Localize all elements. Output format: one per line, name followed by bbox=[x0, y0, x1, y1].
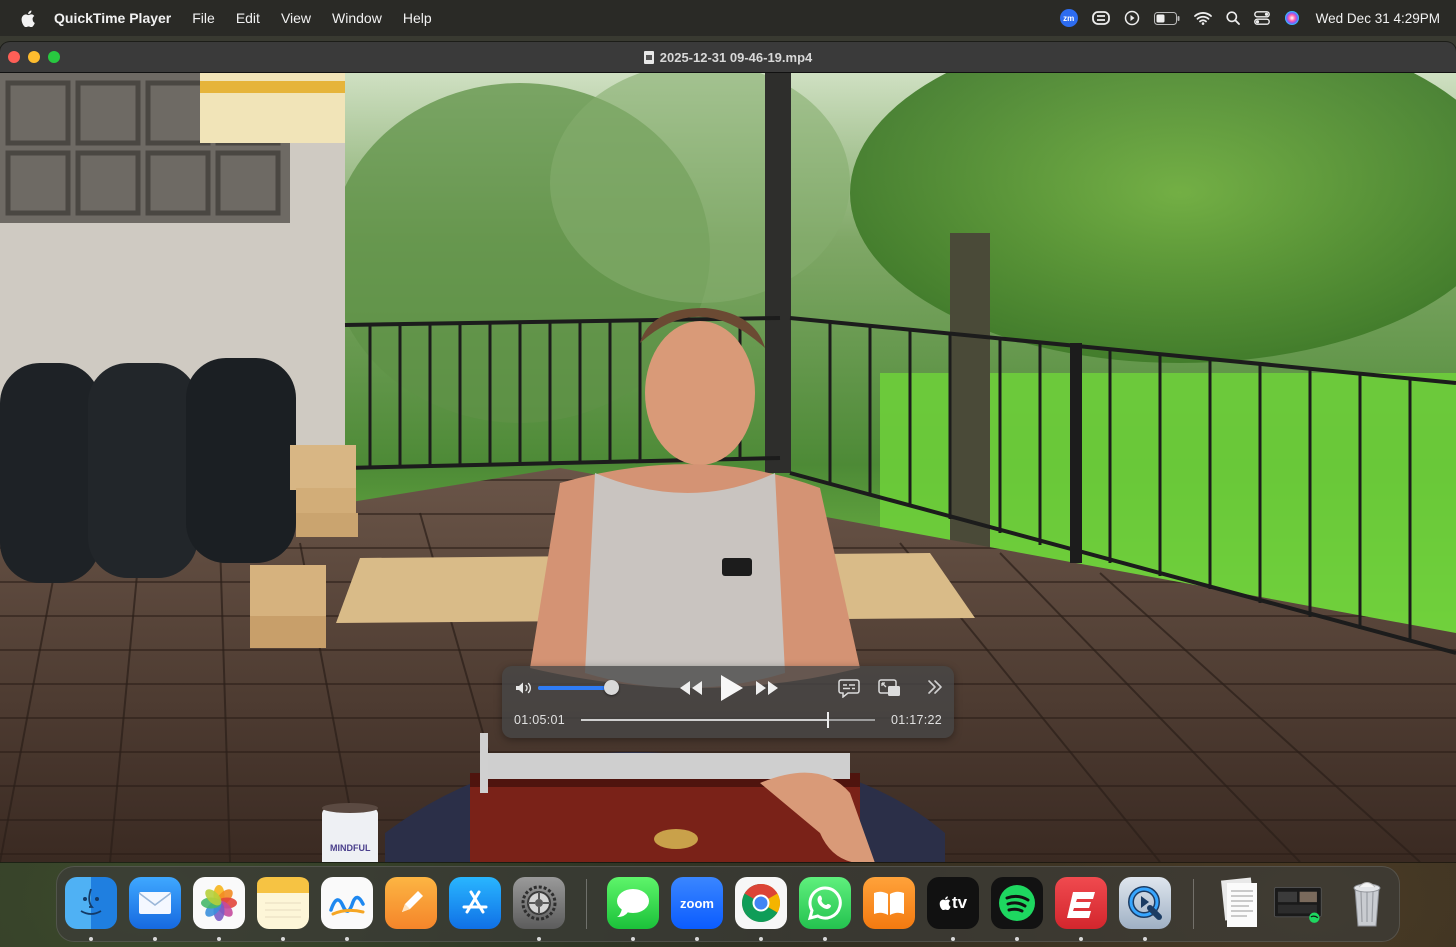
volume-knob[interactable] bbox=[603, 680, 619, 695]
control-center-icon[interactable] bbox=[1253, 0, 1270, 36]
dock: zoom tv bbox=[56, 866, 1400, 942]
express-vpn-status-icon[interactable] bbox=[1091, 0, 1110, 36]
zoom-status-icon[interactable]: zm bbox=[1059, 0, 1078, 36]
menu-bar-clock[interactable]: Wed Dec 31 4:29PM bbox=[1316, 0, 1440, 36]
tv-running-indicator bbox=[951, 937, 955, 941]
menu-help[interactable]: Help bbox=[403, 10, 432, 26]
mail-running-indicator bbox=[153, 937, 157, 941]
freeform-running-indicator bbox=[345, 937, 349, 941]
volume-icon[interactable] bbox=[514, 680, 534, 701]
dock-finder-icon[interactable] bbox=[65, 877, 117, 929]
menu-bar: QuickTime Player File Edit View Window H… bbox=[0, 0, 1456, 36]
window-title-text: 2025-12-31 09-46-19.mp4 bbox=[659, 49, 813, 65]
dock-messages-icon[interactable] bbox=[607, 877, 659, 929]
zoom-app-label: zoom bbox=[680, 895, 714, 911]
dock-books-icon[interactable] bbox=[863, 877, 915, 929]
wifi-icon[interactable] bbox=[1193, 0, 1212, 36]
volume-slider[interactable] bbox=[538, 680, 619, 695]
quicktime-window: 2025-12-31 09-46-19.mp4 MINDFUL bbox=[0, 42, 1456, 862]
dock-separator bbox=[586, 879, 587, 929]
spotlight-search-icon[interactable] bbox=[1226, 0, 1240, 36]
volume-level bbox=[538, 686, 611, 690]
dock-mail-icon[interactable] bbox=[129, 877, 181, 929]
dock-whatsapp-icon[interactable] bbox=[799, 877, 851, 929]
playback-controls[interactable]: 01:05:01 01:17:22 bbox=[502, 666, 954, 738]
dock-quicktime-icon[interactable] bbox=[1119, 877, 1171, 929]
menu-file[interactable]: File bbox=[192, 10, 215, 26]
dock-chrome-icon[interactable] bbox=[735, 877, 787, 929]
menu-app-name[interactable]: QuickTime Player bbox=[54, 10, 171, 26]
dock-notes-icon[interactable] bbox=[257, 877, 309, 929]
dock-express-vpn-icon[interactable] bbox=[1055, 877, 1107, 929]
dock-freeform-icon[interactable] bbox=[321, 877, 373, 929]
subtitles-icon[interactable] bbox=[838, 678, 860, 703]
menu-window[interactable]: Window bbox=[332, 10, 382, 26]
menu-edit[interactable]: Edit bbox=[236, 10, 260, 26]
playhead[interactable] bbox=[826, 712, 829, 728]
dock-photos-icon[interactable] bbox=[193, 877, 245, 929]
minimize-window-button[interactable] bbox=[28, 51, 40, 63]
messages-running-indicator bbox=[631, 937, 635, 941]
mug-text: MINDFUL bbox=[330, 843, 371, 853]
whatsapp-running-indicator bbox=[823, 937, 827, 941]
dock-apple-tv-icon[interactable]: tv bbox=[927, 877, 979, 929]
total-duration: 01:17:22 bbox=[890, 713, 942, 727]
dock-system-settings-icon[interactable] bbox=[513, 877, 565, 929]
express-vpn-running-indicator bbox=[1079, 937, 1083, 941]
timeline-scrubber[interactable] bbox=[581, 712, 875, 728]
dock-app-store-icon[interactable] bbox=[449, 877, 501, 929]
dock-document-stack-icon[interactable] bbox=[1211, 877, 1263, 929]
window-title: 2025-12-31 09-46-19.mp4 bbox=[643, 49, 813, 65]
dock-pages-icon[interactable] bbox=[385, 877, 437, 929]
finder-running-indicator bbox=[89, 937, 93, 941]
picture-in-picture-icon[interactable] bbox=[878, 678, 902, 703]
rewind-button[interactable] bbox=[678, 678, 704, 703]
apple-menu-icon[interactable] bbox=[18, 10, 38, 27]
video-frame: MINDFUL bbox=[0, 73, 1456, 862]
video-file-icon bbox=[643, 50, 654, 64]
battery-icon[interactable] bbox=[1153, 0, 1180, 36]
status-area: zm Wed Dec 31 4:29PM bbox=[1059, 0, 1440, 36]
tv-app-label: tv bbox=[951, 893, 968, 912]
fast-forward-button[interactable] bbox=[754, 678, 780, 703]
video-canvas[interactable]: MINDFUL bbox=[0, 73, 1456, 862]
zoom-window-button[interactable] bbox=[48, 51, 60, 63]
siri-icon[interactable] bbox=[1284, 0, 1300, 36]
photos-running-indicator bbox=[217, 937, 221, 941]
quicktime-running-indicator bbox=[1143, 937, 1147, 941]
menu-view[interactable]: View bbox=[281, 10, 311, 26]
window-controls bbox=[8, 51, 60, 63]
dock-screenshots-stack-icon[interactable] bbox=[1271, 877, 1323, 929]
dock-spotify-icon[interactable] bbox=[991, 877, 1043, 929]
chrome-running-indicator bbox=[759, 937, 763, 941]
spotify-running-indicator bbox=[1015, 937, 1019, 941]
timeline-played bbox=[581, 719, 828, 721]
elapsed-time: 01:05:01 bbox=[514, 713, 566, 727]
zoom-running-indicator bbox=[695, 937, 699, 941]
more-options-icon[interactable] bbox=[926, 679, 944, 700]
dock-separator-2 bbox=[1193, 879, 1194, 929]
play-button[interactable] bbox=[716, 672, 746, 709]
dock-trash-icon[interactable] bbox=[1341, 877, 1393, 929]
now-playing-icon[interactable] bbox=[1124, 0, 1140, 36]
close-window-button[interactable] bbox=[8, 51, 20, 63]
settings-running-indicator bbox=[537, 937, 541, 941]
window-titlebar[interactable]: 2025-12-31 09-46-19.mp4 bbox=[0, 42, 1456, 73]
notes-running-indicator bbox=[281, 937, 285, 941]
dock-zoom-icon[interactable]: zoom bbox=[671, 877, 723, 929]
